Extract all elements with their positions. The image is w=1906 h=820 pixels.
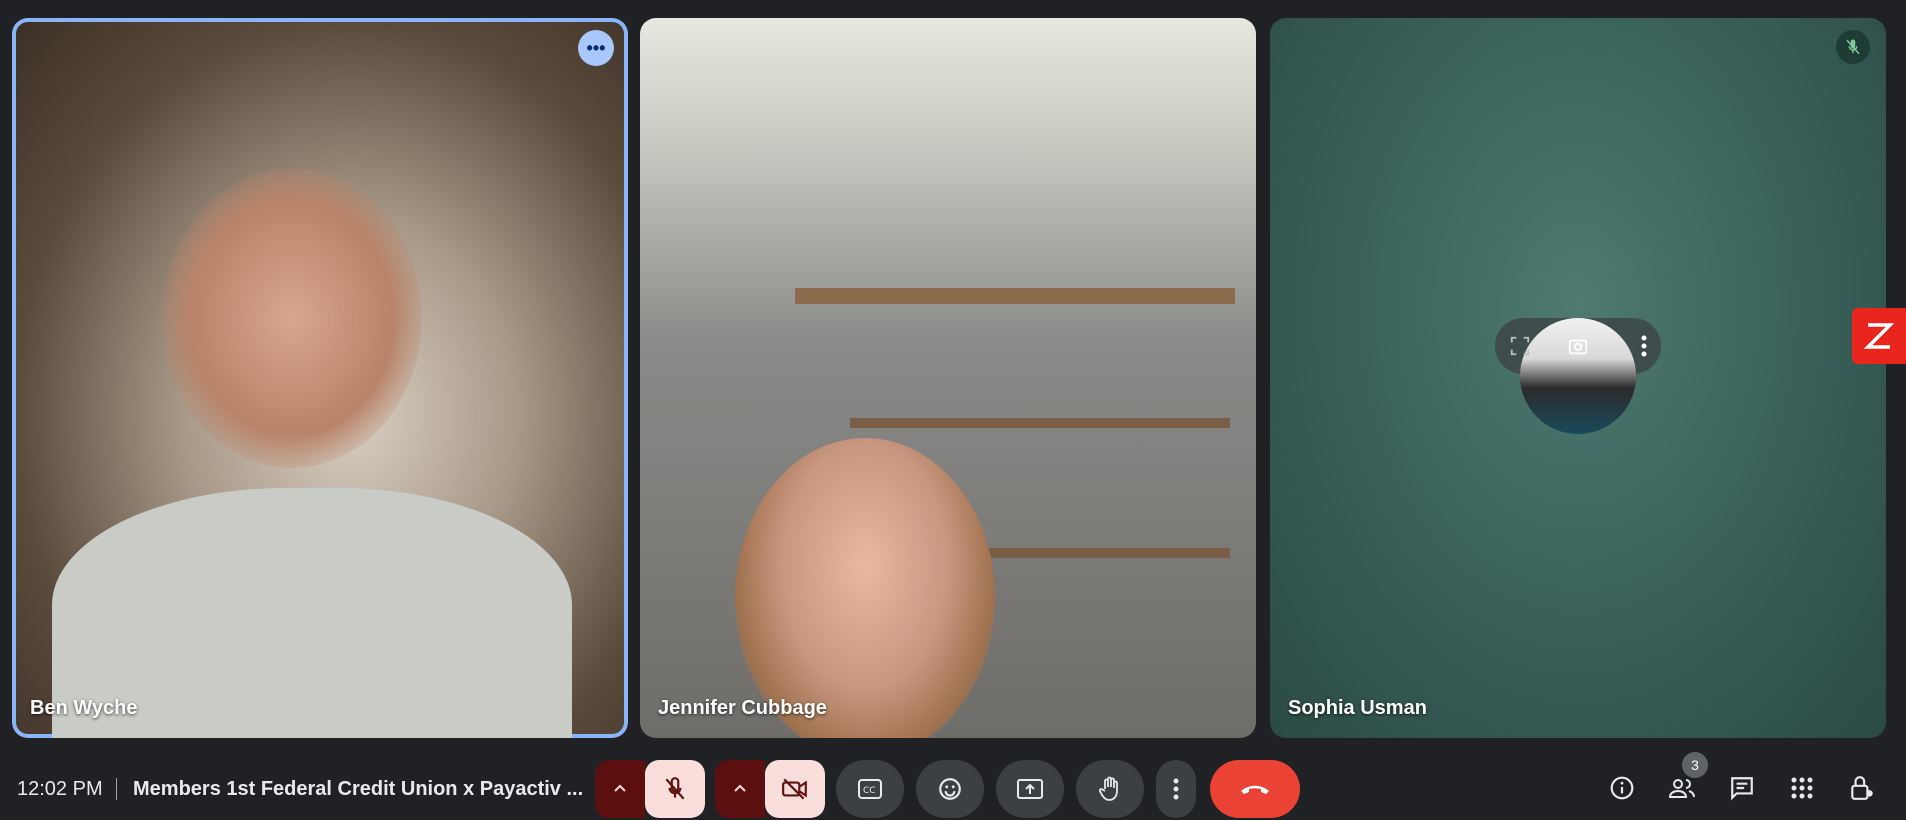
captions-button[interactable]: CC [836,760,904,818]
clock: 12:02 PM [17,778,103,800]
audio-options-button[interactable] [595,760,645,818]
mic-off-indicator [1836,30,1870,64]
present-screen-button[interactable] [996,760,1064,818]
chevron-up-icon [614,784,626,792]
more-horizontal-icon: ••• [586,37,606,58]
meeting-details-button[interactable] [1598,764,1646,812]
chat-button[interactable] [1718,764,1766,812]
participant-video [162,168,422,468]
participant-tile-ben[interactable]: ••• Ben Wyche [12,18,628,738]
more-vert-icon[interactable] [1630,332,1658,360]
info-icon [1610,776,1634,800]
apps-grid-icon [1791,777,1813,799]
svg-text:CC: CC [863,786,876,796]
participant-video [735,438,995,738]
emoji-icon [939,778,961,800]
people-icon [1668,779,1695,798]
control-bar: 12:02 PM Members 1st Federal Credit Unio… [0,752,1906,820]
participant-name: Ben Wyche [30,697,138,719]
zoom-icon [1863,323,1895,349]
reactions-button[interactable] [916,760,984,818]
shelf-middle [850,418,1230,428]
more-vert-icon [1173,778,1179,800]
raise-hand-button[interactable] [1076,760,1144,818]
participant-tile-sophia[interactable]: Sophia Usman [1270,18,1886,738]
mic-off-icon [665,777,685,800]
mic-control-group [595,760,705,818]
more-options-button[interactable]: ••• [578,30,614,66]
participant-name: Jennifer Cubbage [658,697,827,719]
call-end-icon [1241,785,1269,794]
meeting-title: Members 1st Federal Credit Union x Payac… [133,778,584,800]
camera-toggle-button[interactable] [765,760,825,818]
shelf-top [795,288,1235,304]
chevron-up-icon [734,784,746,792]
activities-button[interactable] [1778,764,1826,812]
zoom-extension-badge[interactable] [1852,308,1906,364]
present-icon [1017,779,1043,799]
frame-icon[interactable] [1506,332,1534,360]
microphone-toggle-button[interactable] [645,760,705,818]
participant-tile-jennifer[interactable]: Jennifer Cubbage [640,18,1256,738]
hand-icon [1099,776,1118,801]
more-options-button[interactable] [1156,760,1196,818]
host-controls-button[interactable] [1838,764,1886,812]
chat-icon [1731,777,1753,801]
videocam-off-icon [782,778,807,800]
end-call-button[interactable] [1210,760,1300,818]
camera-control-group [715,760,825,818]
lock-person-icon [1851,776,1873,800]
closed-caption-icon: CC [858,779,882,799]
camera-icon[interactable] [1564,332,1592,360]
video-options-button[interactable] [715,760,765,818]
participant-count-badge: 3 [1682,752,1708,778]
divider [116,778,117,800]
mic-off-icon [1846,39,1860,55]
participant-name: Sophia Usman [1288,697,1427,719]
